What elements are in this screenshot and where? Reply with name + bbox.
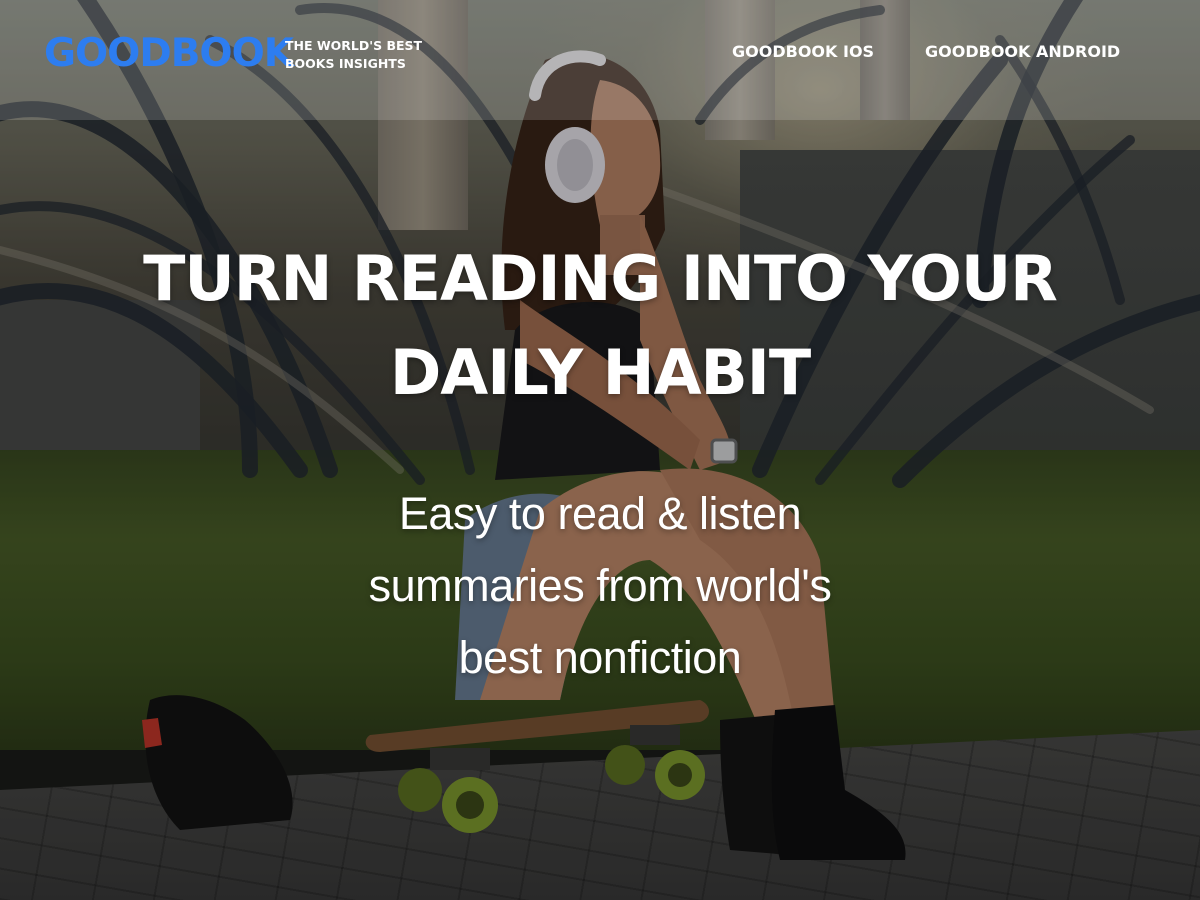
- nav-link-goodbook-ios[interactable]: GOODBOOK IOS: [732, 42, 874, 61]
- top-header: GOODBOOK THE WORLD'S BEST BOOKS INSIGHTS…: [0, 0, 1200, 120]
- tagline: THE WORLD'S BEST BOOKS INSIGHTS: [285, 37, 435, 73]
- tagline-line-2: BOOKS INSIGHTS: [285, 56, 406, 71]
- hero-background-photo: [0, 0, 1200, 900]
- landing-page: GOODBOOK THE WORLD'S BEST BOOKS INSIGHTS…: [0, 0, 1200, 900]
- hero-title: TURN READING INTO YOUR DAILY HABIT: [100, 232, 1100, 420]
- dark-overlay: [0, 0, 1200, 900]
- hero-title-line-2: DAILY HABIT: [389, 336, 811, 409]
- hero-subtitle: Easy to read & listen summaries from wor…: [250, 478, 950, 694]
- hero-title-line-1: TURN READING INTO YOUR: [143, 242, 1058, 315]
- goodbook-logo[interactable]: GOODBOOK: [44, 30, 294, 78]
- tagline-line-1: THE WORLD'S BEST: [285, 38, 423, 53]
- hero-subtitle-line-1: Easy to read & listen: [398, 488, 802, 539]
- hero-subtitle-line-2: summaries from world's: [368, 560, 832, 611]
- nav-link-goodbook-android[interactable]: GOODBOOK ANDROID: [925, 42, 1120, 61]
- hero-subtitle-line-3: best nonfiction: [458, 632, 742, 683]
